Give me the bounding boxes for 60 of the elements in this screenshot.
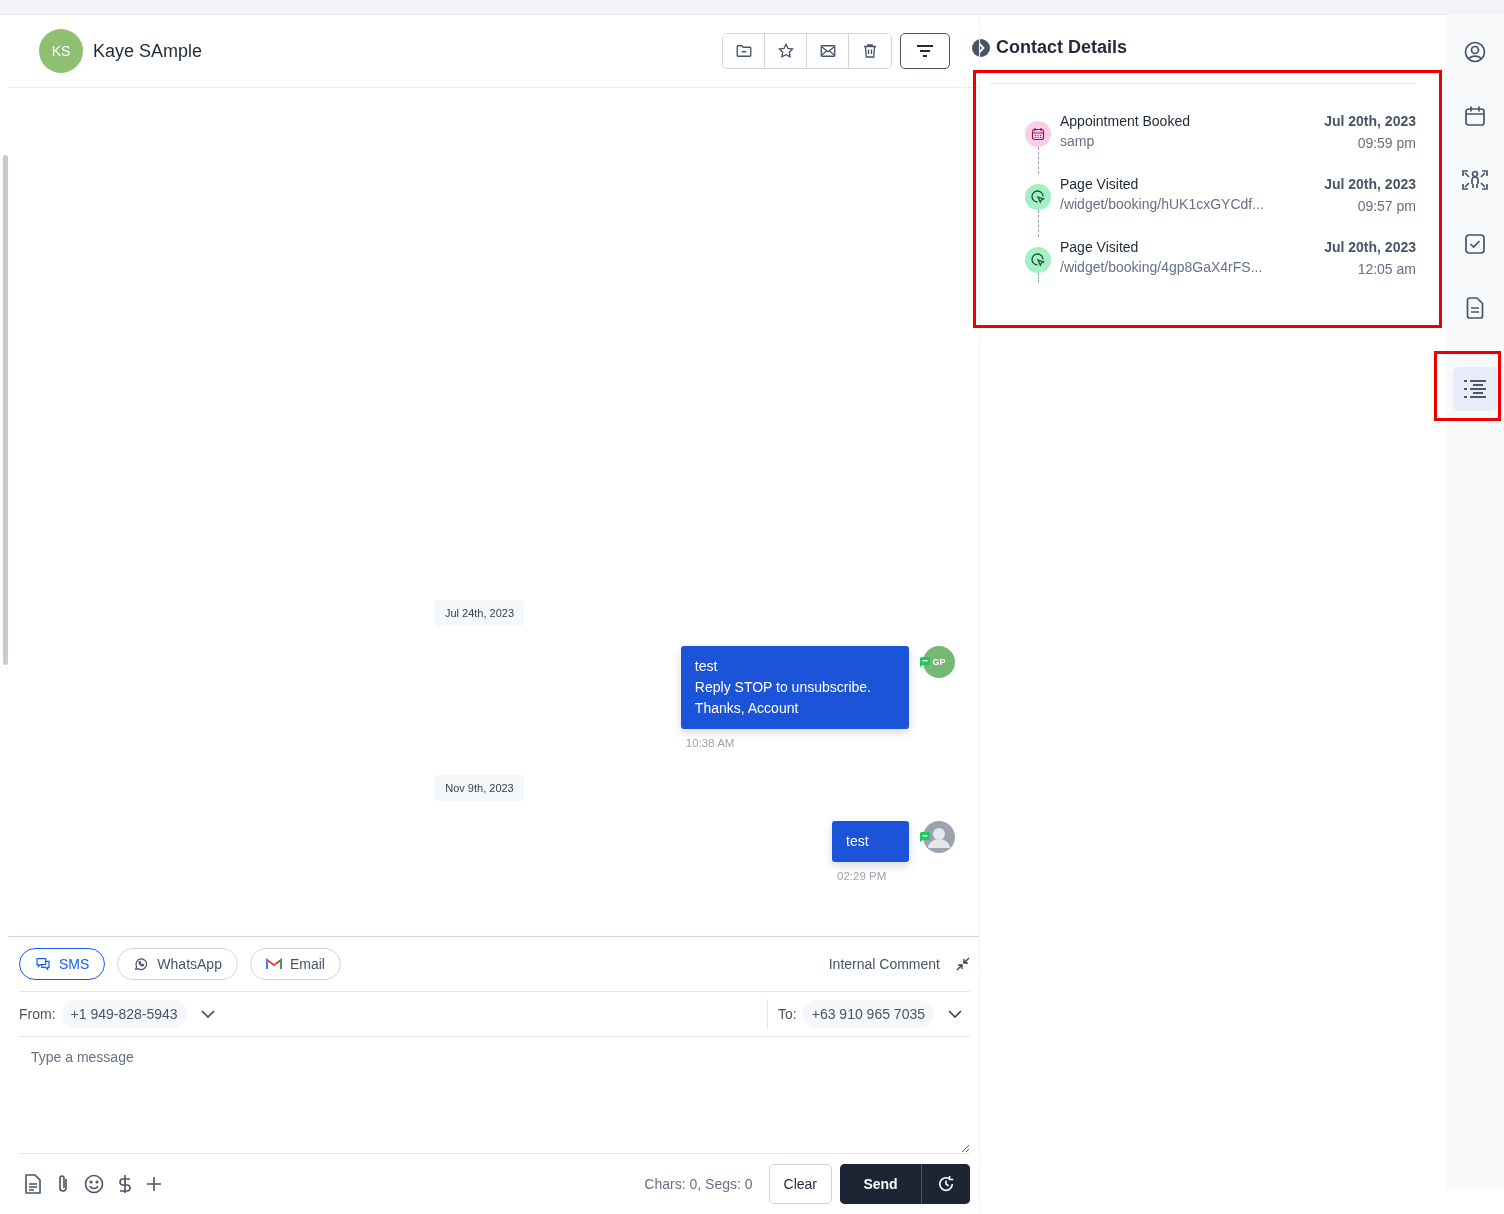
activity-detail: /widget/booking/hUK1cxGYCdf... <box>1060 195 1265 214</box>
star-icon <box>776 42 795 60</box>
document-icon[interactable] <box>24 1174 42 1194</box>
list-icon[interactable] <box>1453 367 1497 411</box>
internal-comment-button[interactable]: Internal Comment <box>828 956 940 972</box>
from-label: From: <box>19 1006 56 1022</box>
contact-name: Kaye SAmple <box>93 40 203 62</box>
clear-button[interactable]: Clear <box>768 1164 832 1204</box>
filter-icon <box>916 44 934 58</box>
activity-time: 12:05 am <box>1357 260 1416 279</box>
envelope-icon <box>818 42 837 60</box>
message-time: 02:29 PM <box>837 870 887 882</box>
date-separator: Nov 9th, 2023 <box>435 775 524 801</box>
activity-time: 09:59 pm <box>1357 134 1416 153</box>
panel-title: Contact Details <box>996 37 1128 58</box>
calendar-icon <box>1025 121 1051 147</box>
attachment-icon[interactable] <box>56 1174 70 1194</box>
emoji-icon[interactable] <box>84 1174 104 1194</box>
folder-icon <box>734 42 753 60</box>
activity-time: 09:57 pm <box>1357 197 1416 216</box>
from-number-dropdown[interactable]: +1 949-828-5943 <box>61 1000 187 1028</box>
send-button[interactable]: Send <box>840 1164 922 1204</box>
whatsapp-icon <box>133 956 150 972</box>
activity-title: Page Visited <box>1060 175 1140 194</box>
message-bubble: test <box>832 821 909 862</box>
activity-date: Jul 20th, 2023 <box>1324 238 1416 257</box>
channel-tab[interactable]: WhatsApp <box>117 948 238 980</box>
cursor-click-icon <box>1025 184 1051 210</box>
message-bubble: test Reply STOP to unsubscribe. Thanks, Account <box>680 646 909 729</box>
chat-bubbles-icon <box>35 956 51 972</box>
folder-button[interactable] <box>723 34 765 68</box>
channel-tab[interactable]: SMS <box>19 948 106 980</box>
dollar-icon[interactable] <box>118 1174 132 1194</box>
cursor-click-icon <box>1025 247 1051 273</box>
sender-avatar: GP <box>923 646 955 678</box>
activity-title: Page Visited <box>1060 238 1140 257</box>
chevron-circle-icon[interactable] <box>972 38 990 57</box>
activity-title: Appointment Booked <box>1060 112 1191 131</box>
channel-tab[interactable]: Email <box>249 948 341 980</box>
highlight-frame <box>1434 351 1501 421</box>
plus-icon[interactable] <box>146 1176 162 1192</box>
activity-date: Jul 20th, 2023 <box>1324 112 1416 131</box>
message-time: 10:38 AM <box>685 737 735 749</box>
filter-button[interactable] <box>900 33 950 69</box>
avatar-silhouette <box>923 821 955 853</box>
scrollbar[interactable] <box>3 155 8 665</box>
to-label: To: <box>778 1006 797 1022</box>
chevron-down-icon[interactable] <box>948 1010 962 1018</box>
activity-detail: samp <box>1060 132 1096 151</box>
date-separator: Jul 24th, 2023 <box>434 600 525 626</box>
activity-date: Jul 20th, 2023 <box>1324 175 1416 194</box>
gmail-logo-icon <box>265 958 282 970</box>
chevron-down-icon[interactable] <box>200 1010 215 1018</box>
contact-avatar: KS <box>39 29 83 73</box>
collapse-icon[interactable] <box>956 957 970 971</box>
clock-icon <box>937 1175 955 1193</box>
character-counter: Chars: 0, Segs: 0 <box>644 1176 753 1192</box>
trash-icon <box>861 42 879 60</box>
to-number-dropdown[interactable]: +63 910 965 7035 <box>802 1000 934 1028</box>
activity-detail: /widget/booking/4gp8GaX4rFS... <box>1060 258 1264 277</box>
